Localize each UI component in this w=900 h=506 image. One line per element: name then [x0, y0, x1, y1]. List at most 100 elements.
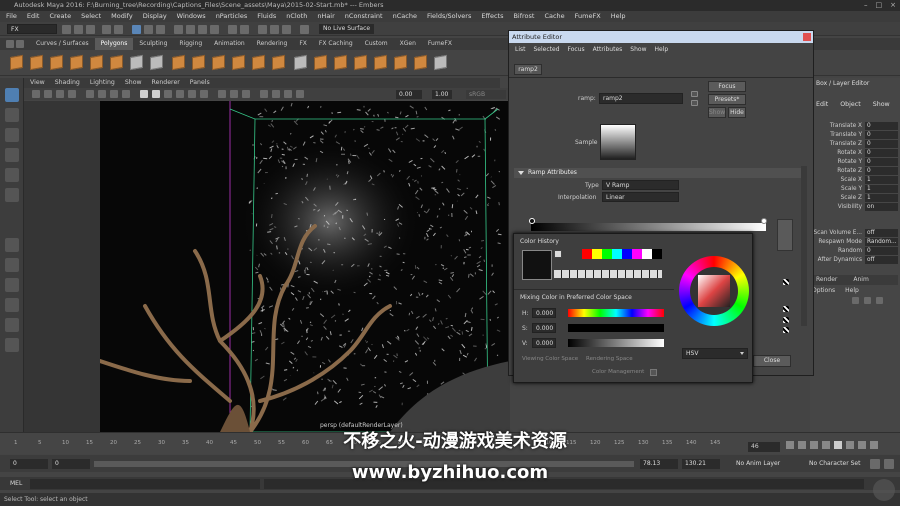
motion-blur-icon[interactable] — [284, 90, 292, 98]
xray-joints-icon[interactable] — [230, 90, 238, 98]
gamma-field[interactable]: 1.00 — [432, 90, 452, 99]
ramp-handle-white[interactable] — [761, 218, 767, 224]
viewport-menu-show[interactable]: Show — [125, 78, 142, 88]
poly-torus-icon[interactable] — [110, 54, 123, 71]
channel-row[interactable]: Scale X1 — [810, 176, 900, 185]
layer-delete-icon[interactable] — [876, 297, 883, 304]
bookmark-icon[interactable] — [56, 90, 64, 98]
playback-start-field[interactable]: 0 — [52, 459, 90, 469]
channel-row[interactable]: Visibility on — [810, 203, 900, 212]
hide-button[interactable]: Hide — [728, 107, 746, 118]
separate-icon[interactable] — [192, 54, 205, 71]
shelf-settings-icon[interactable] — [6, 40, 14, 48]
shelf-tab-rendering[interactable]: Rendering — [251, 38, 294, 50]
channel-value[interactable]: on — [865, 203, 898, 211]
resolution-gate-icon[interactable] — [110, 90, 118, 98]
menu-edit[interactable]: Edit — [27, 11, 40, 22]
go-to-end-icon[interactable] — [870, 441, 878, 449]
viewport-menu-renderer[interactable]: Renderer — [152, 78, 180, 88]
interpolation-dropdown[interactable]: Linear — [602, 192, 679, 202]
minimize-button[interactable]: – — [864, 0, 868, 11]
character-set-dropdown[interactable]: No Character Set — [806, 459, 864, 469]
maximize-button[interactable]: □ — [876, 0, 883, 11]
shelf-tab-animation[interactable]: Animation — [208, 38, 251, 50]
ae-menu-list[interactable]: List — [515, 44, 526, 55]
ae-close-icon[interactable] — [803, 33, 811, 41]
channel-menu-edit[interactable]: Edit — [816, 101, 828, 108]
viewport-menu-shading[interactable]: Shading — [55, 78, 80, 88]
channel-row[interactable]: After Dynamics off — [810, 256, 900, 265]
extract-icon[interactable] — [212, 54, 225, 71]
bevel-icon[interactable] — [294, 54, 307, 71]
ae-close-button[interactable]: Close — [753, 355, 791, 367]
shadows-icon[interactable] — [200, 90, 208, 98]
menu-nhair[interactable]: nHair — [317, 11, 334, 22]
wireframe-icon[interactable] — [140, 90, 148, 98]
shelf-tab-custom[interactable]: Custom — [359, 38, 394, 50]
use-all-lights-icon[interactable] — [188, 90, 196, 98]
channel-value[interactable]: 0 — [865, 158, 898, 166]
anim-layer-dropdown[interactable]: No Anim Layer — [733, 459, 795, 469]
start-time-field[interactable]: 0 — [10, 459, 48, 469]
menu-nconstraint[interactable]: nConstraint — [345, 11, 383, 22]
colorspace-field[interactable]: sRGB gamma — [466, 90, 506, 107]
shelf-tab-rigging[interactable]: Rigging — [173, 38, 208, 50]
step-back-key-icon[interactable] — [798, 441, 806, 449]
layer-tab-render[interactable]: Render — [816, 275, 837, 285]
channel-row[interactable]: Translate X0 — [810, 122, 900, 131]
step-forward-key-icon[interactable] — [858, 441, 866, 449]
lasso-tool-icon[interactable] — [5, 108, 19, 122]
menu-modify[interactable]: Modify — [111, 11, 133, 22]
single-view-icon[interactable] — [5, 238, 19, 252]
channel-value[interactable]: Random... — [865, 238, 898, 246]
magnet-icon[interactable] — [300, 25, 309, 34]
four-view-icon[interactable] — [5, 258, 19, 272]
snap-curve-icon[interactable] — [186, 25, 195, 34]
history-icon[interactable] — [228, 25, 237, 34]
presets-button[interactable]: Presets* — [708, 94, 746, 105]
ae-menu-focus[interactable]: Focus — [568, 44, 585, 55]
channel-row[interactable]: Rotate X0 — [810, 149, 900, 158]
channel-row[interactable]: Rotate Y0 — [810, 158, 900, 167]
channel-row[interactable]: Scan Volume E... off — [810, 229, 900, 238]
saturation-value-square[interactable] — [698, 275, 730, 307]
render-frame-icon[interactable] — [258, 25, 267, 34]
step-forward-frame-icon[interactable] — [846, 441, 854, 449]
ramp-gradient-bar[interactable] — [531, 223, 766, 231]
ramp-name-field[interactable]: ramp2 — [599, 93, 683, 104]
palette-swatch[interactable] — [632, 249, 642, 259]
channel-value[interactable]: 1 — [865, 185, 898, 193]
channel-row[interactable]: Scale Z1 — [810, 194, 900, 203]
bridge-icon[interactable] — [314, 54, 327, 71]
channel-value[interactable]: 1 — [865, 176, 898, 184]
poly-sphere-icon[interactable] — [10, 54, 23, 71]
ae-node-tab[interactable]: ramp2 — [514, 64, 542, 75]
palette-swatch[interactable] — [582, 249, 592, 259]
poly-disc-icon[interactable] — [130, 54, 143, 71]
outliner-layout-icon[interactable] — [5, 338, 19, 352]
select-by-object-icon[interactable] — [144, 25, 153, 34]
palette-swatch[interactable] — [642, 249, 652, 259]
xray-icon[interactable] — [218, 90, 226, 98]
saturation-slider[interactable] — [568, 324, 664, 332]
shelf-tab-fx[interactable]: FX — [293, 38, 313, 50]
image-plane-icon[interactable] — [68, 90, 76, 98]
uv-editor-icon[interactable] — [434, 54, 447, 71]
ae-menu-show[interactable]: Show — [630, 44, 646, 55]
playback-end-field[interactable]: 78.13 — [640, 459, 678, 469]
shelf-tab-xgen[interactable]: XGen — [394, 38, 422, 50]
checker-icon[interactable] — [783, 327, 789, 333]
channel-value[interactable]: 0 — [865, 122, 898, 130]
channel-value[interactable]: 0 — [865, 131, 898, 139]
smooth-icon[interactable] — [232, 54, 245, 71]
wireframe-on-shaded-icon[interactable] — [164, 90, 172, 98]
hue-slider[interactable] — [568, 309, 664, 317]
textured-icon[interactable] — [176, 90, 184, 98]
shelf-tab-curves[interactable]: Curves / Surfaces — [30, 38, 95, 50]
snap-point-icon[interactable] — [198, 25, 207, 34]
channel-value[interactable]: off — [865, 229, 898, 237]
film-gate-icon[interactable] — [98, 90, 106, 98]
h-field[interactable]: 0.000 — [532, 308, 556, 318]
section-expand-icon[interactable] — [518, 171, 524, 175]
ae-menu-attributes[interactable]: Attributes — [593, 44, 623, 55]
